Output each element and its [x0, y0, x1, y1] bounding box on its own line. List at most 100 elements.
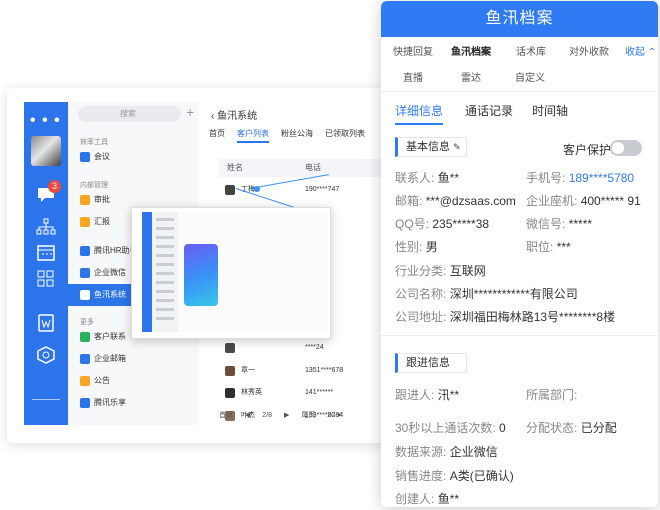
add-icon[interactable]: + — [186, 104, 194, 120]
avatar — [225, 185, 235, 195]
thumbnail-list — [152, 212, 178, 332]
yuxun-logo-icon — [80, 290, 90, 300]
nav-item-label: 公告 — [94, 376, 110, 385]
field-value: 鱼** — [437, 171, 460, 185]
info-field: 邮箱: ***@dzsaas.com — [395, 192, 516, 209]
field-value: 已分配 — [580, 421, 617, 435]
customer-name: 章一 — [241, 366, 255, 374]
last-page-button[interactable]: 尾页 — [301, 412, 315, 419]
edit-pen-icon[interactable]: ✎ — [453, 142, 461, 152]
document-icon[interactable] — [36, 314, 56, 332]
unread-badge: 3 — [48, 180, 61, 193]
nav-item-label: 审批 — [94, 195, 110, 204]
avatar — [225, 343, 235, 354]
tab-call-records[interactable]: 通话记录 — [465, 102, 513, 119]
custom-tab[interactable]: 自定义 — [515, 69, 545, 84]
field-label: 所属部门: — [526, 388, 578, 402]
active-tab-indicator — [395, 123, 443, 125]
column-header-name[interactable]: 姓名 — [227, 159, 243, 177]
customer-phone: 141****** — [305, 389, 334, 397]
field-label: 创建人: — [395, 492, 435, 506]
first-page-button[interactable]: 首页 — [219, 412, 233, 419]
info-field: 行业分类: 互联网 — [395, 262, 486, 279]
table-header: 姓名 电话 — [219, 159, 407, 177]
field-value: ***@dzsaas.com — [425, 194, 516, 208]
field-label: 数据来源: — [395, 445, 447, 459]
next-page-button[interactable]: ▶ — [284, 412, 289, 419]
rail-divider — [32, 399, 60, 400]
info-field: 创建人: 鱼** — [395, 490, 459, 507]
payment-tab[interactable]: 对外收款 — [569, 43, 609, 58]
follow-info-section: 跟进信息 — [395, 353, 467, 373]
breadcrumb-label: 鱼汛系统 — [217, 111, 258, 122]
field-label: 公司名称: — [395, 287, 447, 301]
table-row[interactable]: 林秀英 141****** — [219, 382, 407, 404]
avatar — [225, 365, 235, 376]
field-value: 企业微信 — [449, 445, 498, 459]
customer-protect-toggle[interactable] — [610, 140, 642, 156]
field-label: 邮箱: — [395, 194, 423, 208]
tab-timeline[interactable]: 时间轴 — [532, 102, 568, 119]
field-value[interactable]: 189****5780 — [569, 171, 634, 185]
hexagon-app-icon[interactable] — [36, 346, 56, 364]
tab-details[interactable]: 详细信息 — [395, 102, 443, 119]
avatar[interactable] — [31, 136, 61, 166]
tab-home[interactable]: 首页 — [209, 129, 225, 138]
table-row[interactable]: 丁梅 190****747 — [219, 179, 407, 201]
field-value: 0 — [499, 421, 506, 435]
info-field: 跟进人: 汛** — [395, 386, 459, 403]
table-row[interactable]: ****24 — [219, 337, 407, 359]
info-field: 联系人: 鱼** — [395, 169, 459, 186]
field-label: 职位: — [526, 240, 554, 254]
section-title: 跟进信息 — [406, 357, 450, 369]
calendar-icon[interactable] — [36, 244, 56, 262]
page-indicator: 2/8 — [262, 412, 273, 419]
breadcrumb[interactable]: ‹ 鱼汛系统 — [211, 107, 257, 122]
info-field: 数据来源: 企业微信 — [395, 443, 498, 460]
nav-item-mail[interactable]: 企业邮箱 — [68, 348, 199, 370]
customer-profile-panel: 鱼汛档案 快捷回复 鱼汛档案 话术库 对外收款 收起 ⌃ 直播 雷达 自定义 详… — [381, 1, 658, 507]
field-label: 手机号: — [526, 171, 566, 185]
info-field: 微信号: ***** — [526, 215, 592, 232]
lexiang-icon — [80, 398, 90, 408]
radar-tab[interactable]: 雷达 — [461, 69, 481, 84]
collapse-button[interactable]: 收起 ⌃ — [625, 43, 656, 58]
more-dots-icon[interactable]: • • • — [30, 112, 61, 130]
table-row[interactable]: 章一 1351****678 — [219, 360, 407, 382]
column-header-phone[interactable]: 电话 — [305, 159, 321, 177]
nav-item-meeting[interactable]: 会议 — [68, 146, 199, 168]
approval-icon — [80, 195, 90, 205]
avatar — [225, 388, 235, 399]
nav-item-lexiang[interactable]: 腾讯乐享 — [68, 392, 199, 414]
nav-item-label: 客户联系 — [94, 332, 126, 341]
info-field: 30秒以上通话次数: 0 — [395, 419, 506, 436]
workbench-grid-icon[interactable] — [36, 270, 56, 288]
info-field: 职位: *** — [526, 238, 571, 255]
profile-tab[interactable]: 鱼汛档案 — [451, 43, 491, 58]
nav-item-label: 鱼汛系统 — [94, 290, 126, 299]
info-field: 分配状态: 已分配 — [526, 419, 617, 436]
tab-fans-pool[interactable]: 粉丝公海 — [281, 129, 313, 138]
thumbnail-rail — [142, 212, 152, 332]
field-label: 公司地址: — [395, 310, 447, 324]
field-value: 400***** 91 — [580, 194, 641, 208]
screenshot-thumbnail[interactable] — [131, 207, 331, 339]
field-label: 分配状态: — [526, 421, 578, 435]
info-field: 公司名称: 深圳************有限公司 — [395, 285, 578, 302]
tab-claimed[interactable]: 已领取列表 — [325, 129, 365, 138]
page-size-select[interactable]: 20 ▾ — [327, 412, 340, 419]
quick-reply-tab[interactable]: 快捷回复 — [393, 43, 433, 58]
field-label: 30秒以上通话次数: — [395, 421, 496, 435]
field-label: 联系人: — [395, 171, 435, 185]
nav-item-label: 会议 — [94, 152, 110, 161]
nav-item-label: 腾讯乐享 — [94, 398, 126, 407]
nav-item-announcement[interactable]: 公告 — [68, 370, 199, 392]
prev-page-button[interactable]: ◀ — [245, 412, 250, 419]
report-icon — [80, 217, 90, 227]
app-sidebar-rail: • • • 3 — [24, 102, 68, 425]
script-library-tab[interactable]: 话术库 — [516, 43, 546, 58]
tab-customer-list[interactable]: 客户列表 — [237, 129, 269, 143]
live-tab[interactable]: 直播 — [403, 69, 423, 84]
org-chart-icon[interactable] — [36, 218, 56, 236]
search-input[interactable]: 搜索 — [78, 106, 181, 122]
